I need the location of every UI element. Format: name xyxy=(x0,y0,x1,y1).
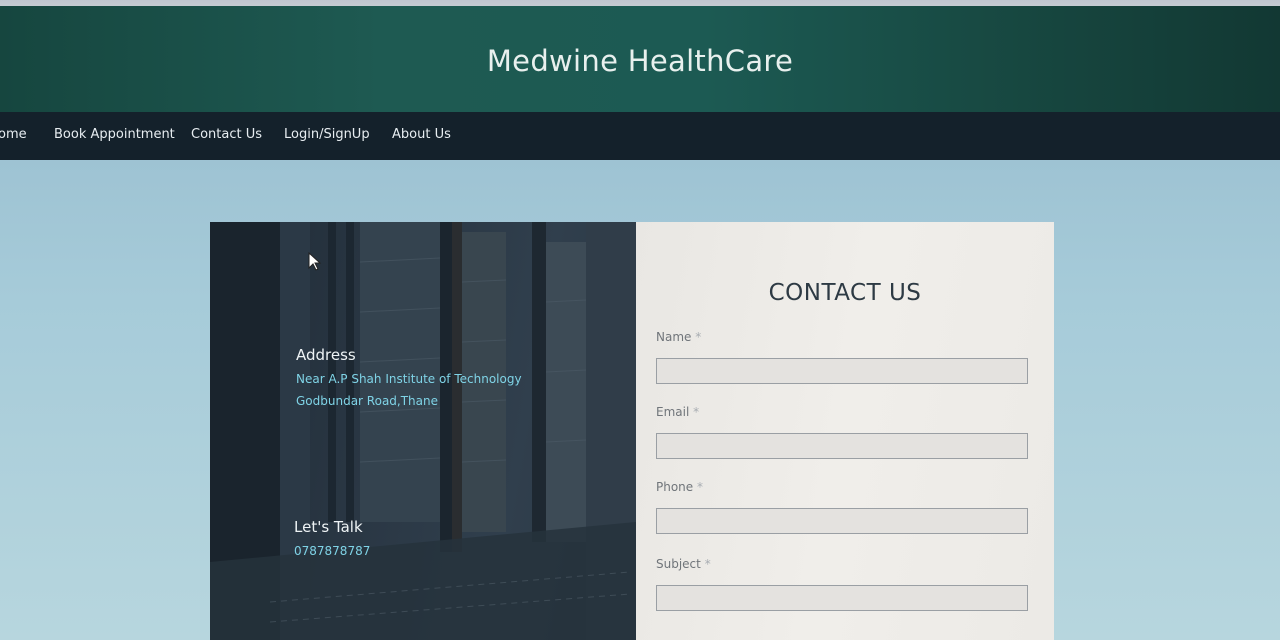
nav-item-home[interactable]: ome xyxy=(0,127,27,142)
subject-label-text: Subject xyxy=(656,557,701,571)
required-marker: * xyxy=(695,330,702,344)
lets-talk-block: Let's Talk 0787878787 xyxy=(294,518,370,558)
contact-info-panel: Address Near A.P Shah Institute of Techn… xyxy=(210,222,636,640)
phone-label-text: Phone xyxy=(656,480,694,494)
site-title: Medwine HealthCare xyxy=(486,44,794,78)
name-label-text: Name xyxy=(656,330,692,344)
nav-item-book-appointment[interactable]: Book Appointment xyxy=(54,127,175,142)
mouse-cursor-icon xyxy=(308,252,322,271)
phone-number: 0787878787 xyxy=(294,544,371,558)
address-line-2: Godbundar Road,Thane xyxy=(296,394,439,408)
email-label: Email * xyxy=(656,405,699,419)
phone-field[interactable] xyxy=(656,508,1028,534)
required-marker: * xyxy=(704,557,711,571)
email-label-text: Email xyxy=(656,405,690,419)
lets-talk-heading: Let's Talk xyxy=(294,518,363,536)
required-marker: * xyxy=(697,480,703,494)
nav-item-about-us[interactable]: About Us xyxy=(392,127,451,142)
subject-field[interactable] xyxy=(656,585,1028,611)
email-field[interactable] xyxy=(656,433,1028,459)
name-label: Name * xyxy=(656,330,701,344)
required-marker: * xyxy=(693,405,700,419)
main-navbar: ome Book Appointment Contact Us Login/Si… xyxy=(0,112,1280,160)
building-background-image xyxy=(210,222,636,640)
contact-form-panel: CONTACT US Name * Email * Phone * Subjec… xyxy=(636,222,1054,640)
subject-label: Subject * xyxy=(656,557,711,571)
site-header: Medwine HealthCare xyxy=(0,6,1280,112)
nav-item-login-signup[interactable]: Login/SignUp xyxy=(284,127,370,142)
address-line-1: Near A.P Shah Institute of Technology xyxy=(296,372,522,386)
nav-item-contact-us[interactable]: Contact Us xyxy=(191,127,262,142)
address-block: Address Near A.P Shah Institute of Techn… xyxy=(296,346,522,408)
content-area: Address Near A.P Shah Institute of Techn… xyxy=(0,160,1280,640)
address-heading: Address xyxy=(296,346,356,364)
contact-form-title: CONTACT US xyxy=(768,280,922,306)
name-field[interactable] xyxy=(656,358,1028,384)
phone-label: Phone * xyxy=(656,480,703,494)
